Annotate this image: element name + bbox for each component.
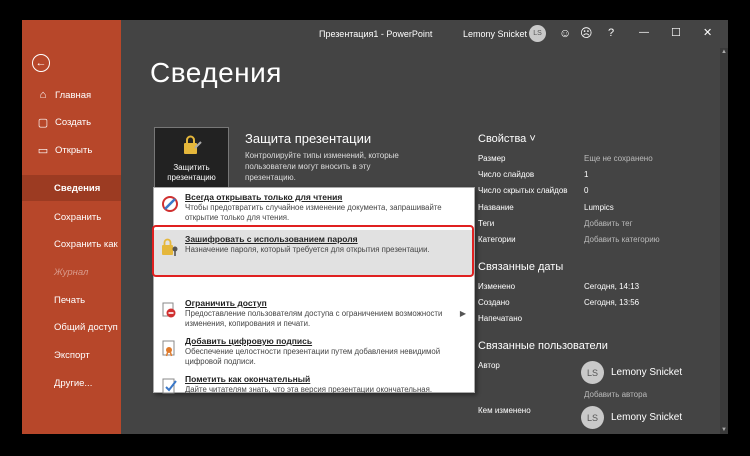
minimize-icon[interactable]: — [639, 26, 649, 40]
date-value: Сегодня, 13:56 [584, 298, 640, 307]
app-window: ← ⌂ Главная ▢ Создать ▭ Открыть Сведения… [22, 20, 728, 434]
related-people-heading: Связанные пользователи [478, 340, 608, 352]
author-label: Автор [478, 361, 500, 370]
sidebar-item-label: Создать [55, 116, 92, 128]
menu-item-read-only[interactable]: Всегда открывать только для чтения Чтобы… [154, 192, 474, 223]
sidebar-item-label: Главная [55, 89, 92, 101]
sidebar-item-print[interactable]: Печать [22, 287, 121, 313]
sidebar-item-share[interactable]: Общий доступ [22, 314, 121, 340]
property-label: Название [478, 203, 514, 212]
home-icon: ⌂ [39, 89, 47, 101]
backstage-sidebar: ← ⌂ Главная ▢ Создать ▭ Открыть Сведения… [22, 20, 121, 434]
menu-item-mark-final[interactable]: Пометить как окончательный Дайте читател… [154, 374, 474, 398]
protect-button-label: Защитить презентацию [167, 163, 216, 182]
sidebar-item-home[interactable]: ⌂ Главная [22, 82, 121, 108]
frown-icon[interactable]: ☹ [580, 26, 593, 40]
avatar[interactable]: LS [581, 406, 604, 429]
date-value: Сегодня, 14:13 [584, 282, 640, 291]
protect-dropdown-menu: Всегда открывать только для чтения Чтобы… [153, 187, 475, 394]
menu-item-restrict-access[interactable]: Ограничить доступ Предоставление пользов… [154, 298, 474, 329]
menu-item-description: Предоставление пользователям доступа с о… [185, 309, 443, 328]
related-dates-heading: Связанные даты [478, 261, 564, 273]
menu-item-description: Дайте читателям знать, что эта версия пр… [185, 385, 433, 394]
sidebar-item-save-as[interactable]: Сохранить как [22, 231, 121, 257]
property-label: Теги [478, 219, 495, 228]
property-label: Категории [478, 235, 516, 244]
property-value: 1 [584, 170, 589, 179]
scroll-down-icon[interactable]: ▼ [720, 426, 728, 434]
close-icon[interactable]: ✕ [703, 26, 712, 40]
menu-item-title: Ограничить доступ [185, 298, 267, 308]
sidebar-item-export[interactable]: Экспорт [22, 342, 121, 368]
protect-section-description: Контролируйте типы изменений, которые по… [245, 151, 399, 182]
tags-field[interactable]: Добавить тег [584, 219, 633, 228]
avatar[interactable]: LS [529, 25, 546, 42]
help-icon[interactable]: ? [608, 26, 614, 40]
document-title: Презентация1 - PowerPoint [319, 29, 433, 39]
sidebar-item-info[interactable]: Сведения [22, 175, 121, 201]
property-value: 0 [584, 186, 589, 195]
sidebar-item-save[interactable]: Сохранить [22, 204, 121, 230]
signature-ribbon-icon [159, 339, 181, 367]
menu-item-digital-signature[interactable]: Добавить цифровую подпись Обеспечение це… [154, 336, 474, 367]
sidebar-item-open[interactable]: ▭ Открыть [22, 137, 121, 163]
sidebar-item-more[interactable]: Другие... [22, 370, 121, 396]
sidebar-item-history: Журнал [54, 266, 89, 278]
property-label: Размер [478, 154, 506, 163]
menu-item-title: Всегда открывать только для чтения [185, 192, 343, 202]
date-label: Изменено [478, 282, 516, 291]
property-value: Еще не сохранено [584, 154, 653, 163]
author-name[interactable]: Lemony Snicket [611, 367, 682, 378]
date-label: Создано [478, 298, 510, 307]
vertical-scrollbar[interactable]: ▲ ▼ [720, 48, 728, 434]
property-label: Число скрытых слайдов [478, 186, 568, 195]
modified-by-label: Кем изменено [478, 406, 531, 415]
account-name[interactable]: Lemony Snicket [463, 29, 527, 39]
mark-final-icon [159, 377, 181, 398]
menu-item-title: Пометить как окончательный [185, 374, 311, 384]
title-field[interactable]: Lumpics [584, 203, 614, 212]
no-edit-pencil-icon [159, 195, 181, 223]
add-author-link[interactable]: Добавить автора [584, 390, 647, 399]
sidebar-item-label: Открыть [55, 144, 93, 156]
folder-open-icon: ▭ [37, 144, 49, 157]
protect-presentation-button[interactable]: Защитить презентацию [154, 127, 229, 189]
lock-icon [181, 134, 203, 160]
maximize-icon[interactable]: ☐ [671, 26, 681, 40]
menu-item-title: Добавить цифровую подпись [185, 336, 313, 346]
property-label: Число слайдов [478, 170, 535, 179]
scroll-up-icon[interactable]: ▲ [720, 48, 728, 56]
restrict-access-icon [159, 301, 181, 329]
title-bar: Презентация1 - PowerPoint Lemony Snicket… [121, 20, 728, 48]
chevron-right-icon: ▶ [459, 309, 466, 318]
avatar[interactable]: LS [581, 361, 604, 384]
page-title: Сведения [150, 57, 282, 88]
date-label: Напечатано [478, 314, 523, 323]
new-document-icon: ▢ [37, 116, 49, 129]
smile-icon[interactable]: ☺ [559, 26, 571, 40]
protect-section-title: Защита презентации [245, 131, 372, 146]
categories-field[interactable]: Добавить категорию [584, 235, 660, 244]
menu-item-description: Чтобы предотвратить случайное изменение … [185, 203, 442, 222]
sidebar-item-new[interactable]: ▢ Создать [22, 109, 121, 135]
highlight-outline [152, 225, 474, 277]
back-arrow-icon[interactable]: ← [32, 54, 50, 72]
menu-item-description: Обеспечение целостности презентации путе… [185, 347, 441, 366]
modifier-name[interactable]: Lemony Snicket [611, 412, 682, 423]
properties-heading[interactable]: Свойства ˅ [478, 133, 536, 145]
